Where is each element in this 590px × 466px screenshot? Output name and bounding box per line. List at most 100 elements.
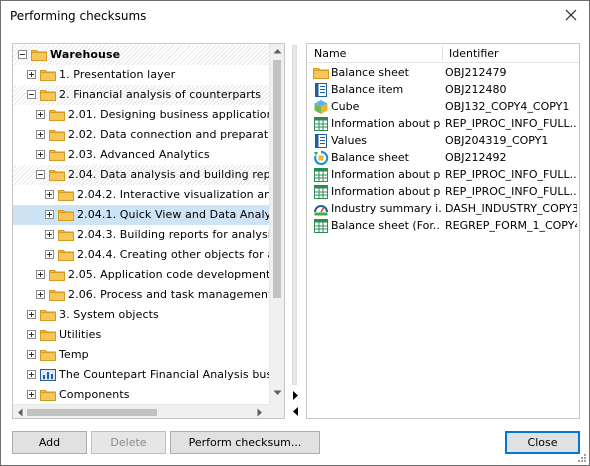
selected-objects-list[interactable]: Name Identifier Balance sheet OBJ212479 Ba… xyxy=(306,43,580,419)
list-item[interactable]: Values OBJ204319_COPY1 xyxy=(307,132,579,149)
folder-icon xyxy=(58,229,74,241)
list-item-name: Information about p... xyxy=(331,185,441,198)
close-icon[interactable] xyxy=(563,7,579,23)
folder-icon xyxy=(58,209,74,221)
list-item[interactable]: Balance sheet (For... REGREP_FORM_1_COPY4 xyxy=(307,217,579,234)
list-item[interactable]: Information about p... REP_IPROC_INFO_FUL… xyxy=(307,183,579,200)
list-item-identifier: OBJ212479 xyxy=(445,66,507,79)
scroll-thumb[interactable] xyxy=(273,60,281,298)
list-item-name: Information about p... xyxy=(331,168,441,181)
tree-vertical-scrollbar[interactable] xyxy=(269,44,284,404)
close-button[interactable]: Close xyxy=(505,431,580,454)
tree-item[interactable]: Components xyxy=(13,385,269,405)
list-item[interactable]: Balance sheet OBJ212479 xyxy=(307,64,579,81)
expand-plus-icon[interactable] xyxy=(36,130,45,139)
tree-horizontal-scrollbar[interactable] xyxy=(13,404,269,418)
tree-item[interactable]: 2.04. Data analysis and building reports xyxy=(13,165,269,185)
tree-item[interactable]: 2.02. Data connection and preparation xyxy=(13,125,269,145)
list-item[interactable]: Information about p... REP_IPROC_INFO_FUL… xyxy=(307,115,579,132)
tree-item[interactable]: Warehouse xyxy=(13,45,269,65)
tree-item[interactable]: 2.04.4. Creating other objects for anal xyxy=(13,245,269,265)
column-header-name[interactable]: Name xyxy=(314,47,346,60)
tree-item[interactable]: The Countepart Financial Analysis busine xyxy=(13,365,269,385)
tree-item[interactable]: 2.03. Advanced Analytics xyxy=(13,145,269,165)
expand-plus-icon[interactable] xyxy=(27,330,36,339)
expand-plus-icon[interactable] xyxy=(45,250,54,259)
collapse-minus-icon[interactable] xyxy=(27,90,36,99)
folder-icon xyxy=(49,129,65,141)
add-button[interactable]: Add xyxy=(12,431,87,454)
tree-item[interactable]: 3. System objects xyxy=(13,305,269,325)
tree-item-label: 2.04.3. Building reports for analysis an xyxy=(77,228,269,241)
expand-plus-icon[interactable] xyxy=(27,350,36,359)
list-item[interactable]: Industry summary i... DASH_INDUSTRY_COPY3 xyxy=(307,200,579,217)
folder-icon xyxy=(58,249,74,261)
tree-item-label: 2.06. Process and task management xyxy=(68,288,269,301)
scroll-down-arrow-icon[interactable] xyxy=(273,390,282,396)
tree-item-label: 2. Financial analysis of counterparts xyxy=(59,88,262,101)
expand-plus-icon[interactable] xyxy=(27,70,36,79)
dictionary-icon xyxy=(313,133,329,149)
list-item-name: Information about p... xyxy=(331,117,441,130)
report-icon xyxy=(313,167,329,183)
column-header-identifier[interactable]: Identifier xyxy=(449,47,499,60)
list-header: Name Identifier xyxy=(307,44,579,63)
tree-item-label: 3. System objects xyxy=(59,308,159,321)
list-item[interactable]: Cube OBJ132_COPY4_COPY1 xyxy=(307,98,579,115)
resize-grip-icon[interactable] xyxy=(577,453,587,463)
list-item-name: Balance item xyxy=(331,83,404,96)
tree-item-label: 2.04. Data analysis and building reports xyxy=(68,168,269,181)
expand-plus-icon[interactable] xyxy=(45,190,54,199)
list-item[interactable]: Information about p... REP_IPROC_INFO_FUL… xyxy=(307,166,579,183)
dialog-title: Performing checksums xyxy=(10,9,147,23)
scroll-right-arrow-icon[interactable] xyxy=(257,408,263,417)
scroll-up-arrow-icon[interactable] xyxy=(273,48,282,54)
column-separator[interactable] xyxy=(442,46,443,61)
tree-item[interactable]: 2.05. Application code development for xyxy=(13,265,269,285)
expand-plus-icon[interactable] xyxy=(45,230,54,239)
scroll-left-arrow-icon[interactable] xyxy=(17,408,23,417)
expand-plus-icon[interactable] xyxy=(27,370,36,379)
tree-item-label: 2.05. Application code development for xyxy=(68,268,269,281)
expand-plus-icon[interactable] xyxy=(36,150,45,159)
collapse-minus-icon[interactable] xyxy=(36,170,45,179)
splitter-grip[interactable] xyxy=(292,45,297,385)
move-right-arrow-icon[interactable] xyxy=(291,390,300,401)
tree-item-label: 2.04.4. Creating other objects for anal xyxy=(77,248,269,261)
tree-item[interactable]: Temp xyxy=(13,345,269,365)
expand-plus-icon[interactable] xyxy=(45,210,54,219)
folder-icon xyxy=(58,189,74,201)
tree-item-label: 2.02. Data connection and preparation xyxy=(68,128,269,141)
perform-checksum-button[interactable]: Perform checksum... xyxy=(170,431,320,454)
folder-icon xyxy=(49,149,65,161)
expand-plus-icon[interactable] xyxy=(27,390,36,399)
expand-plus-icon[interactable] xyxy=(36,110,45,119)
panel-splitter[interactable] xyxy=(287,43,304,419)
tree-item-label: 2.04.1. Quick View and Data Analysis ( xyxy=(77,208,269,221)
expand-plus-icon[interactable] xyxy=(36,290,45,299)
scroll-thumb[interactable] xyxy=(27,409,157,416)
tree-item[interactable]: 2.04.1. Quick View and Data Analysis ( xyxy=(13,205,269,225)
list-item[interactable]: Balance item OBJ212480 xyxy=(307,81,579,98)
repository-tree[interactable]: Warehouse 1. Presentation layer 2. Financi… xyxy=(12,43,285,419)
tree-item[interactable]: 2. Financial analysis of counterparts xyxy=(13,85,269,105)
tree-item[interactable]: 2.04.2. Interactive visualization and da xyxy=(13,185,269,205)
move-left-arrow-icon[interactable] xyxy=(291,406,300,417)
tree-item[interactable]: 2.04.3. Building reports for analysis an xyxy=(13,225,269,245)
list-item[interactable]: Balance sheet OBJ212492 xyxy=(307,149,579,166)
delete-button[interactable]: Delete xyxy=(91,431,166,454)
folder-icon xyxy=(40,389,56,401)
list-item-name: Balance sheet xyxy=(331,151,409,164)
folder-icon xyxy=(40,89,56,101)
collapse-minus-icon[interactable] xyxy=(18,50,27,59)
tree-item-label: 2.01. Designing business application xyxy=(68,108,269,121)
tree-item[interactable]: 1. Presentation layer xyxy=(13,65,269,85)
tree-item[interactable]: Utilities xyxy=(13,325,269,345)
expand-plus-icon[interactable] xyxy=(36,270,45,279)
list-item-name: Industry summary i... xyxy=(331,202,441,215)
tree-item[interactable]: 2.01. Designing business application xyxy=(13,105,269,125)
expand-plus-icon[interactable] xyxy=(27,310,36,319)
tree-item[interactable]: 2.06. Process and task management xyxy=(13,285,269,305)
list-item-name: Cube xyxy=(331,100,360,113)
folder-icon xyxy=(40,349,56,361)
